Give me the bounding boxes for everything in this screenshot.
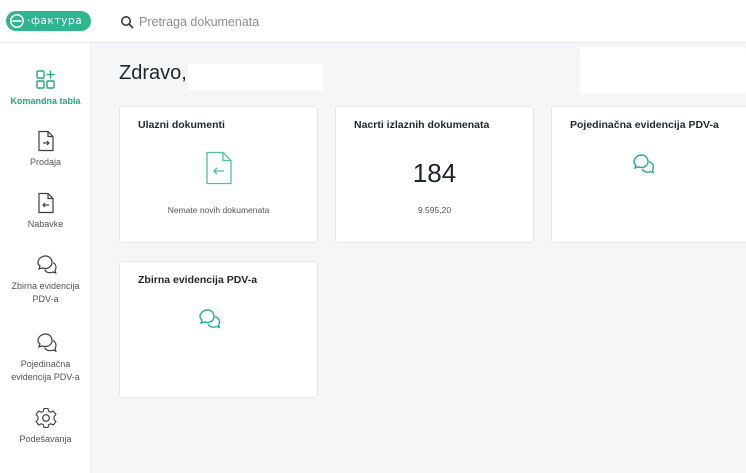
sidebar-item-label: Zbirna evidencija PDV-a (11, 281, 80, 304)
card-subtitle: Nemate novih dokumenata (167, 205, 270, 215)
card-nacrti-izlaznih-dokumenata[interactable]: Nacrti izlaznih dokumenata 184 9.595,20 (335, 106, 534, 243)
logo-e-icon (10, 14, 24, 28)
sidebar-item-nabavke[interactable]: Nabavke (0, 191, 91, 231)
top-bar: ·фактура (0, 0, 746, 43)
sidebar-item-prodaja[interactable]: Prodaja (0, 129, 91, 169)
sidebar-item-pojedinacna-evidencija[interactable]: Pojedinačna evidencija PDV-a (0, 331, 91, 383)
sidebar-item-label: Prodaja (29, 157, 62, 167)
card-title: Nacrti izlaznih dokumenata (354, 119, 490, 131)
document-arrow-left-icon (37, 192, 54, 214)
sidebar-item-podesavanja[interactable]: Podešavanja (0, 406, 91, 446)
header-right-panel (580, 47, 746, 94)
sidebar-item-label: Podešavanja (19, 434, 72, 444)
greeting-title: Zdravo, (119, 62, 187, 84)
search-input[interactable] (139, 15, 399, 29)
sidebar: Komandna tabla Prodaja Nabavke Zbirna ev… (0, 43, 91, 473)
card-title: Pojedinačna evidencija PDV-a (570, 119, 719, 131)
chat-bubbles-icon (633, 154, 655, 174)
card-count: 184 (412, 158, 457, 188)
card-pojedinacna-evidencija[interactable]: Pojedinačna evidencija PDV-a (551, 106, 746, 243)
sidebar-item-label: Nabavke (27, 219, 64, 229)
user-name-placeholder (188, 64, 323, 90)
app-logo[interactable]: ·фактура (6, 11, 91, 31)
card-title: Ulazni dokumenti (138, 119, 225, 131)
logo-text: ·фактура (27, 15, 83, 27)
card-amount: 9.595,20 (417, 205, 452, 215)
chat-bubbles-icon (199, 309, 221, 329)
dashboard-grid-icon (35, 70, 55, 89)
card-zbirna-evidencija[interactable]: Zbirna evidencija PDV-a (119, 261, 318, 398)
document-arrow-left-icon (206, 151, 232, 185)
sidebar-item-label: Komandna tabla (10, 96, 81, 106)
sidebar-item-zbirna-evidencija[interactable]: Zbirna evidencija PDV-a (0, 253, 91, 305)
gear-icon (34, 407, 57, 429)
search-bar[interactable] (120, 12, 399, 32)
chat-bubbles-icon (36, 333, 57, 352)
card-title: Zbirna evidencija PDV-a (138, 274, 258, 286)
search-icon (121, 16, 134, 29)
chat-bubbles-icon (36, 255, 57, 274)
document-arrow-right-icon (37, 130, 54, 152)
card-ulazni-dokumenti[interactable]: Ulazni dokumenti Nemate novih dokumenata (119, 106, 318, 243)
sidebar-item-label: Pojedinačna evidencija PDV-a (11, 359, 80, 382)
sidebar-item-komandna-tabla[interactable]: Komandna tabla (0, 68, 91, 108)
